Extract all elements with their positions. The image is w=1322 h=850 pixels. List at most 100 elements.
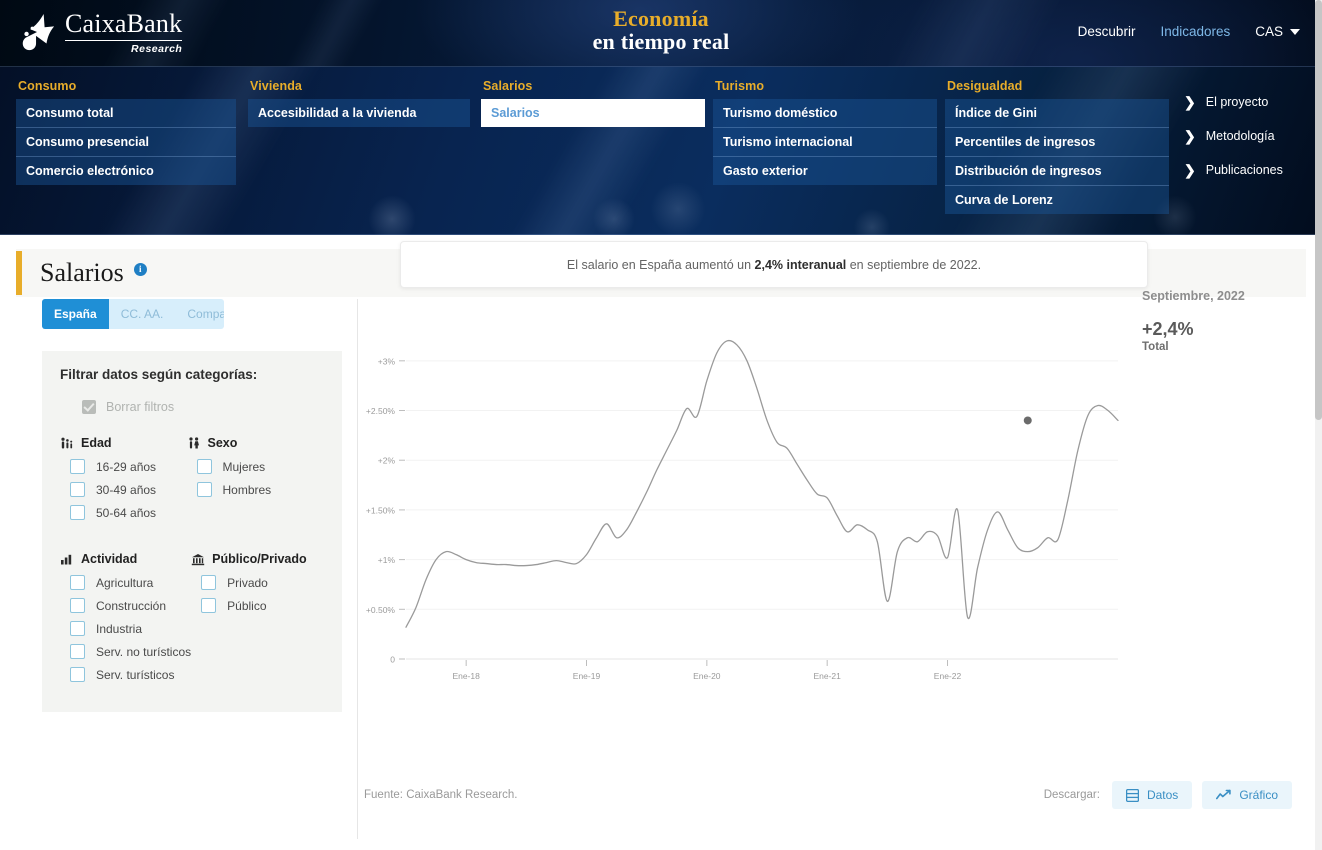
svg-text:+3%: +3% <box>378 356 396 366</box>
clear-filters-checkbox[interactable] <box>82 400 96 414</box>
side-link-el-proyecto[interactable]: ❯ El proyecto <box>1184 95 1283 109</box>
chevron-down-icon <box>1290 28 1300 35</box>
chevron-right-icon: ❯ <box>1184 128 1196 144</box>
language-label: CAS <box>1255 24 1283 39</box>
filter-option-label: 16-29 años <box>96 459 157 474</box>
filter-option-label: Privado <box>227 575 268 590</box>
filter-option[interactable]: Industria <box>60 621 191 636</box>
checkbox-privado[interactable] <box>201 575 217 590</box>
download-grafico-button[interactable]: Gráfico <box>1202 781 1292 809</box>
mega-heading-turismo: Turismo <box>715 79 765 93</box>
clear-filters-control[interactable]: Borrar filtros <box>82 400 324 414</box>
language-selector[interactable]: CAS <box>1255 24 1300 39</box>
line-chart-icon <box>1216 789 1232 799</box>
download-datos-button[interactable]: Datos <box>1111 781 1193 809</box>
chart-source: Fuente: CaixaBank Research. <box>364 789 518 801</box>
mega-item-turismo-domestico[interactable]: Turismo doméstico <box>713 99 937 128</box>
side-link-publicaciones[interactable]: ❯ Publicaciones <box>1184 163 1283 177</box>
chart-column: El salario en España aumentó un 2,4% int… <box>358 241 1298 839</box>
nav-link-descubrir[interactable]: Descubrir <box>1078 24 1136 39</box>
filter-group-header: Público/Privado <box>191 552 324 566</box>
download-grafico-label: Gráfico <box>1239 788 1278 802</box>
filter-option[interactable]: Hombres <box>187 482 325 497</box>
checkbox-hombres[interactable] <box>196 482 212 497</box>
tab-ccaa[interactable]: CC. AA. <box>109 299 176 329</box>
filter-option[interactable]: 50-64 años <box>60 505 187 520</box>
filter-group-edad: Edad 16-29 años 30-49 años 50-64 años <box>60 436 187 528</box>
filter-option[interactable]: Público <box>191 598 324 613</box>
region-tabs: España CC. AA. Comparar <box>42 299 224 329</box>
mega-item-percentiles-ingresos[interactable]: Percentiles de ingresos <box>945 128 1169 157</box>
checkbox-serv-no-turisticos[interactable] <box>70 644 85 659</box>
filter-option[interactable]: Serv. turísticos <box>60 667 191 682</box>
filter-option-label: Serv. no turísticos <box>96 644 192 659</box>
checkbox-agricultura[interactable] <box>70 575 85 590</box>
mega-side-links: ❯ El proyecto ❯ Metodología ❯ Publicacio… <box>1184 95 1283 177</box>
side-link-label: Metodología <box>1205 129 1275 143</box>
svg-text:+0.50%: +0.50% <box>366 605 396 615</box>
page-title: Salarios <box>40 258 124 287</box>
checkbox-publico[interactable] <box>201 598 217 613</box>
filter-option[interactable]: Mujeres <box>187 459 325 474</box>
page-scrollbar-track[interactable] <box>1315 0 1322 850</box>
callout-suffix: en septiembre de 2022. <box>846 257 982 272</box>
stat-date: Septiembre, 2022 <box>1142 289 1245 303</box>
top-navigation: Descubrir Indicadores CAS <box>1078 24 1300 39</box>
info-icon[interactable]: i <box>133 263 147 276</box>
mega-item-comercio-electronico[interactable]: Comercio electrónico <box>16 157 236 185</box>
filter-group-label: Actividad <box>81 552 138 566</box>
filter-group-label: Público/Privado <box>212 552 307 566</box>
mega-item-consumo-presencial[interactable]: Consumo presencial <box>16 128 236 157</box>
mega-column-salarios: Salarios Salarios <box>481 79 705 127</box>
download-controls: Descargar: Datos Gráfico <box>1044 781 1292 809</box>
filter-option[interactable]: Privado <box>191 575 324 590</box>
svg-text:Ene-18: Ene-18 <box>452 671 480 681</box>
bank-building-icon <box>191 553 205 565</box>
salaries-line-chart: 0 +0.50% +1% +1.50% +2% +2.50% +3% Ene-18 Ene-19… <box>366 339 1119 681</box>
nav-link-indicadores[interactable]: Indicadores <box>1160 24 1230 39</box>
filter-option[interactable]: Serv. no turísticos <box>60 644 191 659</box>
mega-item-accesibilidad-vivienda[interactable]: Accesibilidad a la vivienda <box>248 99 470 127</box>
checkbox-50-64-anos[interactable] <box>70 505 85 520</box>
checkbox-mujeres[interactable] <box>196 459 212 474</box>
side-link-label: El proyecto <box>1205 95 1269 109</box>
filter-option-label: Público <box>227 598 267 613</box>
filter-option-label: 30-49 años <box>96 482 157 497</box>
checkbox-30-49-anos[interactable] <box>70 482 85 497</box>
mega-heading-salarios: Salarios <box>483 79 533 93</box>
mega-menu: Consumo Consumo total Consumo presencial… <box>0 67 1322 235</box>
filter-option[interactable]: 30-49 años <box>60 482 187 497</box>
mega-heading-consumo: Consumo <box>18 79 77 93</box>
callout-highlight: 2,4% interanual <box>754 257 847 272</box>
filter-option-label: Industria <box>96 621 143 636</box>
filter-option-label: Serv. turísticos <box>96 667 175 682</box>
checkbox-industria[interactable] <box>70 621 85 636</box>
svg-text:+1%: +1% <box>378 555 396 565</box>
mega-item-indice-gini[interactable]: Índice de Gini <box>945 99 1169 128</box>
tab-espana[interactable]: España <box>42 299 109 329</box>
mega-column-desigualdad: Desigualdad Índice de Gini Percentiles d… <box>945 79 1169 214</box>
checkbox-serv-turisticos[interactable] <box>70 667 85 682</box>
mega-item-curva-lorenz[interactable]: Curva de Lorenz <box>945 186 1169 214</box>
filter-option[interactable]: Agricultura <box>60 575 191 590</box>
mega-item-salarios[interactable]: Salarios <box>481 99 705 127</box>
tab-comparar[interactable]: Comparar <box>175 299 224 329</box>
summary-callout-text: El salario en España aumentó un 2,4% int… <box>567 258 981 272</box>
checkbox-16-29-anos[interactable] <box>70 459 85 474</box>
mega-item-gasto-exterior[interactable]: Gasto exterior <box>713 157 937 185</box>
mega-item-distribucion-ingresos[interactable]: Distribución de ingresos <box>945 157 1169 186</box>
download-datos-label: Datos <box>1146 788 1179 802</box>
filter-option[interactable]: Construcción <box>60 598 191 613</box>
stat-value: +2,4% <box>1142 319 1194 339</box>
mega-item-turismo-internacional[interactable]: Turismo internacional <box>713 128 937 157</box>
checkbox-construccion[interactable] <box>70 598 85 613</box>
filter-group-header: Sexo <box>187 436 325 450</box>
table-icon <box>1125 788 1139 802</box>
mega-column-consumo: Consumo Consumo total Consumo presencial… <box>16 79 236 185</box>
page-scrollbar-thumb[interactable] <box>1315 0 1322 420</box>
side-link-metodologia[interactable]: ❯ Metodología <box>1184 129 1283 143</box>
mega-heading-desigualdad: Desigualdad <box>947 79 1023 93</box>
filter-option[interactable]: 16-29 años <box>60 459 187 474</box>
mega-item-consumo-total[interactable]: Consumo total <box>16 99 236 128</box>
chevron-right-icon: ❯ <box>1184 94 1196 110</box>
